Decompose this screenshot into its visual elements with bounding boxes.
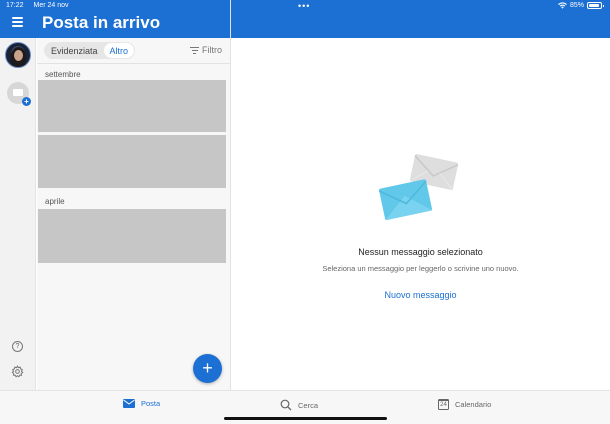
hamburger-menu-icon[interactable] <box>12 17 23 27</box>
help-icon[interactable]: ? <box>12 341 23 352</box>
empty-state-subtitle: Seleziona un messaggio per leggerlo o sc… <box>322 264 519 273</box>
filter-icon <box>190 46 199 54</box>
filter-button[interactable]: Filtro <box>190 45 222 55</box>
mail-icon <box>123 399 135 408</box>
page-title: Posta in arrivo <box>42 13 161 32</box>
envelopes-illustration <box>378 154 459 221</box>
section-header-aprile: aprile <box>45 197 65 206</box>
multitasking-dots-icon[interactable]: ••• <box>298 2 310 11</box>
compose-button[interactable]: + <box>193 354 222 383</box>
section-header-settembre: settembre <box>45 70 81 79</box>
envelope-icon <box>13 89 23 96</box>
battery-percent: 85% <box>569 2 584 9</box>
inbox-segmented-control: Evidenziata Altro <box>44 42 136 59</box>
status-bar-right: 85% <box>558 2 604 9</box>
plus-icon: + <box>22 97 31 106</box>
message-row[interactable] <box>38 209 226 263</box>
wifi-icon <box>558 2 567 9</box>
avatar[interactable] <box>5 42 31 68</box>
tab-label: Cerca <box>298 400 319 410</box>
tab-calendario[interactable]: 24 Calendario <box>438 399 491 410</box>
list-header-divider <box>37 63 230 64</box>
header-bar-right <box>231 0 610 38</box>
status-bar-left: 17:22 Mer 24 nov <box>6 2 77 9</box>
tab-evidenziata[interactable]: Evidenziata <box>45 43 104 58</box>
new-message-link[interactable]: Nuovo messaggio <box>231 290 610 300</box>
message-row[interactable] <box>38 80 226 132</box>
add-account-button[interactable]: + <box>7 82 31 106</box>
tab-label: Calendario <box>455 400 492 409</box>
status-time: 17:22 <box>6 2 24 9</box>
tab-altro[interactable]: Altro <box>103 43 135 58</box>
empty-state-title: Nessun messaggio selezionato <box>358 247 483 257</box>
calendar-icon: 24 <box>438 399 449 410</box>
tab-label: Posta <box>141 399 161 408</box>
filter-label: Filtro <box>202 45 222 55</box>
message-row[interactable] <box>38 135 226 188</box>
battery-icon <box>587 2 604 9</box>
status-date: Mer 24 nov <box>33 2 69 9</box>
tab-cerca[interactable]: Cerca <box>280 399 318 411</box>
gear-icon[interactable] <box>11 365 24 378</box>
home-indicator <box>224 417 387 420</box>
search-icon <box>280 399 292 411</box>
plus-icon: + <box>202 358 213 378</box>
tab-posta[interactable]: Posta <box>123 399 160 408</box>
